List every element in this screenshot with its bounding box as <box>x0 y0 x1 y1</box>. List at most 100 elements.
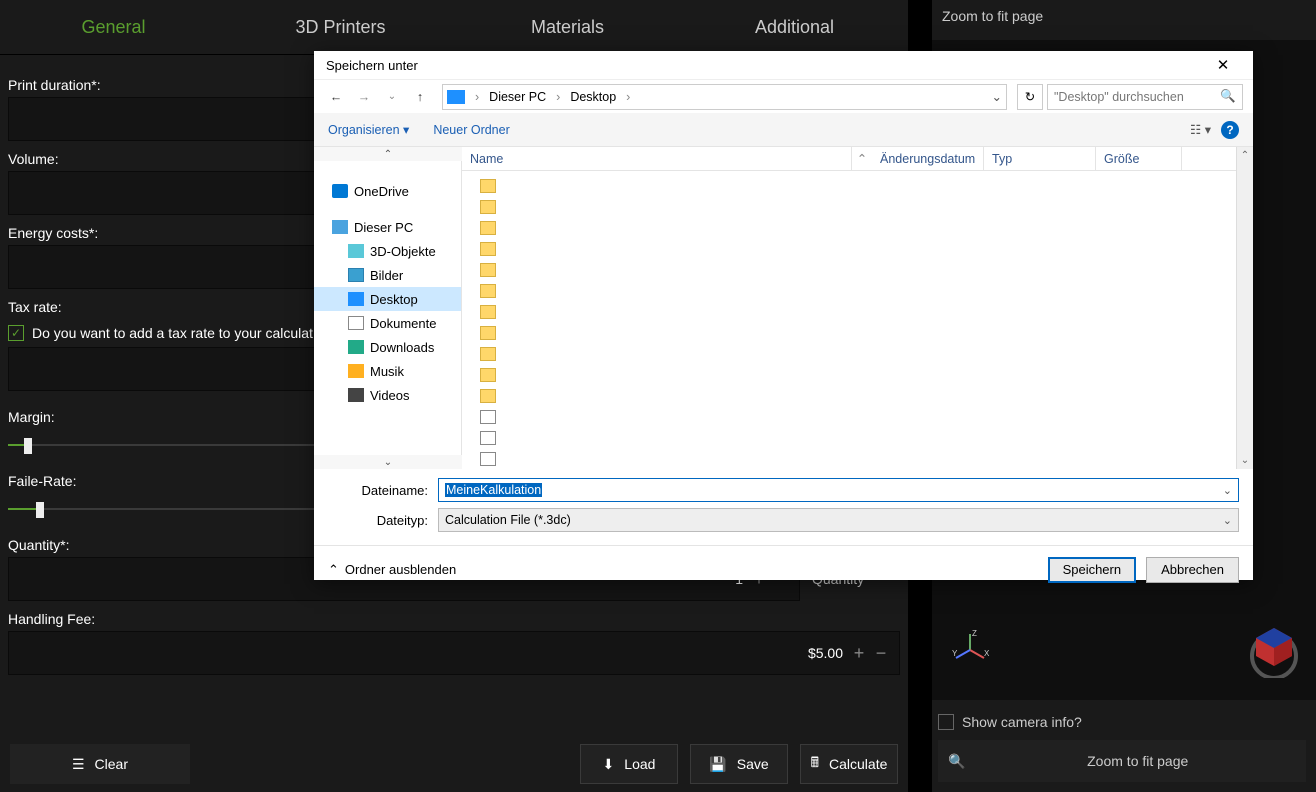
calculate-button[interactable]: 🖩 Calculate <box>800 744 898 784</box>
tax-checkbox-label: Do you want to add a tax rate to your ca… <box>32 325 313 341</box>
tree-downloads[interactable]: Downloads <box>314 335 461 359</box>
dropdown-icon[interactable]: ⌄ <box>1223 484 1232 497</box>
filetype-value: Calculation File (*.3dc) <box>445 513 571 527</box>
zoom-fit-button[interactable]: 🔍 Zoom to fit page <box>938 740 1306 782</box>
file-icon <box>480 452 496 466</box>
dropdown-icon[interactable]: ⌄ <box>1223 514 1232 527</box>
calculate-label: Calculate <box>829 756 887 772</box>
dialog-cancel-button[interactable]: Abbrechen <box>1146 557 1239 583</box>
search-input[interactable]: "Desktop" durchsuchen 🔍 <box>1047 84 1243 110</box>
list-item[interactable] <box>480 259 1253 280</box>
tree-scroll-up[interactable]: ⌃ <box>314 147 462 161</box>
list-item[interactable] <box>480 196 1253 217</box>
list-item[interactable] <box>480 280 1253 301</box>
list-item[interactable] <box>480 427 1253 448</box>
tab-additional[interactable]: Additional <box>681 17 908 38</box>
nav-recent-icon[interactable]: ⌄ <box>380 85 404 109</box>
scroll-up-icon[interactable]: ⌃ <box>1237 147 1253 164</box>
folder-icon <box>480 305 496 319</box>
load-button[interactable]: ⬇ Load <box>580 744 678 784</box>
column-name[interactable]: Name <box>462 147 852 170</box>
sort-indicator-icon[interactable]: ⌃ <box>852 147 872 170</box>
tax-checkbox[interactable]: ✓ <box>8 325 24 341</box>
tree-desktop[interactable]: Desktop <box>314 287 461 311</box>
folder-icon <box>480 326 496 340</box>
search-placeholder: "Desktop" durchsuchen <box>1054 90 1184 104</box>
tree-music[interactable]: Musik <box>314 359 461 383</box>
tree-documents[interactable]: Dokumente <box>314 311 461 335</box>
scroll-down-icon[interactable]: ⌄ <box>1237 452 1253 469</box>
tree-pictures[interactable]: Bilder <box>314 263 461 287</box>
dialog-fields: Dateiname: MeineKalkulation ⌄ Dateityp: … <box>314 469 1253 545</box>
close-button[interactable]: ✕ <box>1201 51 1245 79</box>
action-bar: ☰ Clear ⬇ Load 💾 Save 🖩 Calculate <box>0 736 908 792</box>
axis-gizmo-icon: Z X Y <box>950 630 990 670</box>
camera-info-checkbox[interactable] <box>938 714 954 730</box>
handling-plus-icon[interactable]: + <box>851 644 867 662</box>
tab-materials[interactable]: Materials <box>454 17 681 38</box>
column-date[interactable]: Änderungsdatum <box>872 147 984 170</box>
address-bar[interactable]: › Dieser PC › Desktop › ⌄ <box>442 84 1007 110</box>
list-item[interactable] <box>480 343 1253 364</box>
camera-info-row: Show camera info? <box>938 714 1082 730</box>
list-item[interactable] <box>480 364 1253 385</box>
clear-button[interactable]: ☰ Clear <box>10 744 190 784</box>
chevron-right-icon[interactable]: › <box>622 90 634 104</box>
hide-folders-toggle[interactable]: ⌃ Ordner ausblenden <box>328 562 456 578</box>
list-item[interactable] <box>480 217 1253 238</box>
list-item[interactable] <box>480 301 1253 322</box>
dialog-save-button[interactable]: Speichern <box>1048 557 1137 583</box>
tree-3d-objects[interactable]: 3D-Objekte <box>314 239 461 263</box>
tree-onedrive[interactable]: OneDrive <box>314 179 461 203</box>
svg-text:Z: Z <box>972 630 977 638</box>
tree-videos[interactable]: Videos <box>314 383 461 407</box>
clear-label: Clear <box>95 756 128 772</box>
dialog-footer: ⌃ Ordner ausblenden Speichern Abbrechen <box>314 545 1253 593</box>
column-size[interactable]: Größe <box>1096 147 1182 170</box>
file-list <box>462 171 1253 469</box>
tab-3d-printers[interactable]: 3D Printers <box>227 17 454 38</box>
folder-icon <box>480 263 496 277</box>
save-as-dialog: Speichern unter ✕ ← → ⌄ ↑ › Dieser PC › … <box>314 51 1253 580</box>
file-list-pane: Name ⌃ Änderungsdatum Typ Größe <box>462 147 1253 469</box>
chevron-right-icon[interactable]: › <box>552 90 564 104</box>
nav-forward-icon[interactable]: → <box>352 85 376 109</box>
view-options-icon[interactable]: ☷ ▾ <box>1190 122 1211 137</box>
save-label: Save <box>737 756 769 772</box>
new-folder-button[interactable]: Neuer Ordner <box>433 123 509 137</box>
tree-scroll-down[interactable]: ⌄ <box>314 455 462 469</box>
chevron-right-icon[interactable]: › <box>471 90 483 104</box>
refresh-button[interactable]: ↻ <box>1017 84 1043 110</box>
file-scrollbar[interactable]: ⌃ ⌄ <box>1236 147 1253 469</box>
dialog-toolbar: Organisieren ▾ Neuer Ordner ☷ ▾ ? <box>314 113 1253 147</box>
save-button[interactable]: 💾 Save <box>690 744 788 784</box>
organize-menu[interactable]: Organisieren ▾ <box>328 122 409 137</box>
handling-fee-input[interactable]: $5.00 + − <box>8 631 900 675</box>
breadcrumb-pc[interactable]: Dieser PC <box>489 90 546 104</box>
folder-icon <box>480 368 496 382</box>
document-icon <box>348 316 364 330</box>
filename-input[interactable]: MeineKalkulation ⌄ <box>438 478 1239 502</box>
list-item[interactable] <box>480 406 1253 427</box>
address-dropdown-icon[interactable]: ⌄ <box>992 89 1002 104</box>
help-icon[interactable]: ? <box>1221 121 1239 139</box>
filetype-select[interactable]: Calculation File (*.3dc) ⌄ <box>438 508 1239 532</box>
nav-up-icon[interactable]: ↑ <box>408 85 432 109</box>
tab-general[interactable]: General <box>0 17 227 38</box>
handling-minus-icon[interactable]: − <box>873 644 889 662</box>
filetype-label: Dateityp: <box>328 513 438 528</box>
list-item[interactable] <box>480 448 1253 469</box>
view-cube-icon[interactable] <box>1246 622 1302 678</box>
tree-this-pc[interactable]: Dieser PC <box>314 215 461 239</box>
list-item[interactable] <box>480 385 1253 406</box>
breadcrumb-desktop[interactable]: Desktop <box>570 90 616 104</box>
svg-text:X: X <box>984 649 990 658</box>
column-type[interactable]: Typ <box>984 147 1096 170</box>
list-item[interactable] <box>480 322 1253 343</box>
list-item[interactable] <box>480 238 1253 259</box>
calculate-icon: 🖩 <box>811 752 819 776</box>
search-icon: 🔍 <box>1220 89 1236 104</box>
list-item[interactable] <box>480 175 1253 196</box>
nav-back-icon[interactable]: ← <box>324 85 348 109</box>
video-icon <box>348 388 364 402</box>
